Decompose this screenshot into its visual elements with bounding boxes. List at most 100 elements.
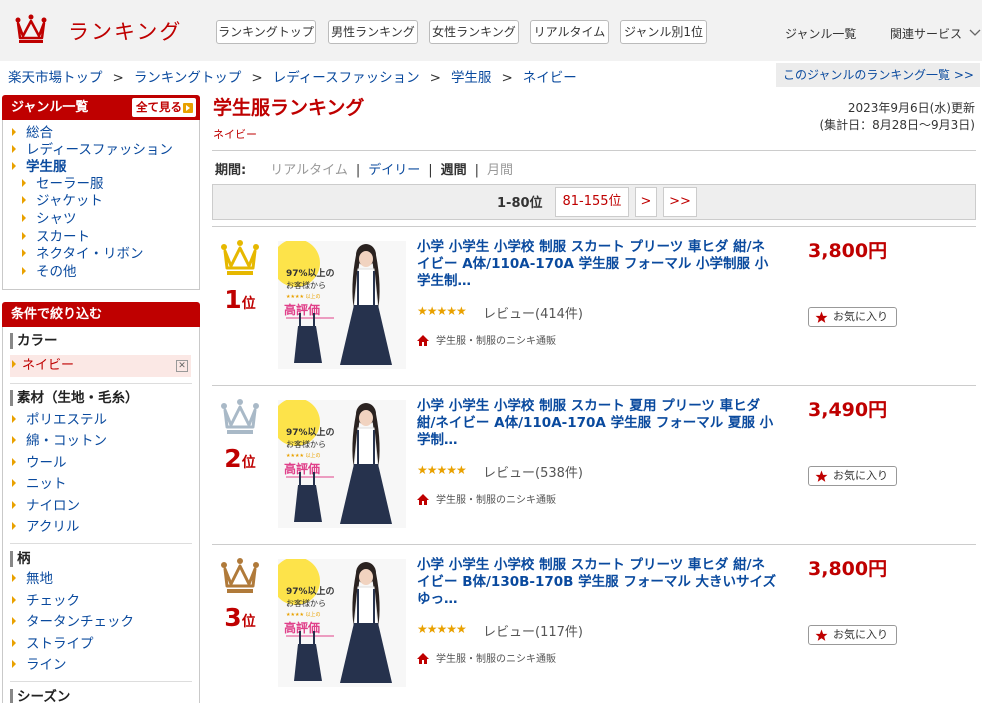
pattern-item-label: ライン [26,657,67,673]
subgenre-item-shirt[interactable]: シャツ [22,210,77,228]
pattern-item-tartan[interactable]: タータンチェック [12,613,134,631]
subgenre-item-sailor[interactable]: セーラー服 [22,175,104,193]
star-rating-icon: ★★★★★ [417,304,467,318]
triangle-right-icon [12,660,16,668]
pagination-next-range[interactable]: 81-155位 [555,187,629,217]
shop-name: 学生服・制服のニシキ通販 [436,495,556,506]
product-image[interactable]: 97%以上の お客様から ★★★★ 以上の 高評価 [278,559,406,687]
pagination-next[interactable]: > [635,187,657,217]
triangle-right-icon [12,501,16,509]
aggregation-period: (集計日：8月28日〜9月3日) [819,118,975,132]
product-image[interactable]: 97%以上の お客様から ★★★★ 以上の 高評価 [278,400,406,528]
logo-text[interactable]: ランキング [68,16,182,46]
crown-icon [221,240,259,275]
genre-list-header: ジャンル一覧 全て見る [2,95,200,120]
close-icon[interactable]: ✕ [176,360,188,372]
genre-item-label: 総合 [26,125,53,141]
nav-male-ranking[interactable]: 男性ランキング [328,20,418,44]
pattern-item-label: タータンチェック [26,614,134,630]
material-item-cotton[interactable]: 綿・コットン [12,432,107,450]
triangle-right-icon [12,162,16,170]
shop-link[interactable]: 学生服・制服のニシキ通販 [417,491,556,506]
period-weekly: 週間 [440,163,467,178]
nav-female-ranking[interactable]: 女性ランキング [429,20,519,44]
see-all-label: 全て見る [136,100,182,114]
genre-item-label: 学生服 [26,159,67,175]
material-item-label: アクリル [26,519,80,535]
favorite-button[interactable]: お気に入り [808,625,897,645]
pattern-item-plain[interactable]: 無地 [12,570,53,588]
star-icon [815,629,828,641]
triangle-right-icon [12,639,16,647]
pattern-item-label: チェック [26,593,80,609]
filter-group-season: シーズン [10,689,70,703]
breadcrumb-item-ladies[interactable]: レディースファッション [273,70,420,86]
triangle-right-icon [22,196,26,204]
breadcrumb-item-school-uniform[interactable]: 学生服 [451,70,492,86]
favorite-button[interactable]: お気に入り [808,466,897,486]
product-image[interactable]: 97%以上の お客様から ★★★★ 以上の 高評価 [278,241,406,369]
breadcrumb-item-navy[interactable]: ネイビー [523,70,577,86]
pattern-item-line[interactable]: ライン [12,656,67,674]
pagination-last[interactable]: >> [663,187,697,217]
subgenre-item-necktie[interactable]: ネクタイ・リボン [22,245,143,263]
product-title-link[interactable]: 小学 小学生 小学校 制服 スカート 夏用 プリーツ 車ヒダ 紺/ネイビー A体… [417,398,777,449]
product-title-link[interactable]: 小学 小学生 小学校 制服 スカート プリーツ 車ヒダ 紺/ネイビー A体/11… [417,239,777,290]
triangle-right-icon [12,596,16,604]
rank-suffix: 位 [241,296,256,312]
favorite-label: お気に入り [833,628,888,641]
rank-number-value: 3 [224,603,242,632]
shop-link[interactable]: 学生服・制服のニシキ通販 [417,650,556,665]
page-subtitle: ネイビー [213,128,257,141]
breadcrumb-item-ranking-top[interactable]: ランキングトップ [134,70,242,86]
subgenre-item-jacket[interactable]: ジャケット [22,192,103,210]
nav-genre-first[interactable]: ジャンル別1位 [620,20,707,44]
genre-item-all[interactable]: 総合 [12,124,53,142]
pattern-item-stripe[interactable]: ストライプ [12,635,94,653]
review-count-link[interactable]: レビュー(117件) [483,621,583,640]
divider [10,681,192,682]
subgenre-item-other[interactable]: その他 [22,263,77,281]
genre-item-ladies[interactable]: レディースファッション [12,141,173,159]
review-count-link[interactable]: レビュー(414件) [483,303,583,322]
product-title-link[interactable]: 小学 小学生 小学校 制服 スカート プリーツ 車ヒダ 紺/ネイビー B体/13… [417,557,777,608]
material-item-nylon[interactable]: ナイロン [12,497,80,515]
review-count-link[interactable]: レビュー(538件) [483,462,583,481]
rank-number-value: 2 [224,444,242,473]
header-bar: ランキング ランキングトップ 男性ランキング 女性ランキング リアルタイム ジャ… [0,0,982,61]
shop-link[interactable]: 学生服・制服のニシキ通販 [417,332,556,347]
material-item-wool[interactable]: ウール [12,454,67,472]
related-services-label: 関連サービス [890,27,963,41]
home-icon [417,335,429,346]
triangle-right-icon [12,574,16,582]
material-item-label: ウール [26,455,67,471]
favorite-label: お気に入り [833,469,888,482]
breadcrumb-separator: > [112,70,124,86]
subgenre-item-skirt[interactable]: スカート [22,228,90,246]
nav-realtime[interactable]: リアルタイム [530,20,609,44]
genre-item-school-uniform[interactable]: 学生服 [12,158,67,176]
genre-ranking-list-link[interactable]: このジャンルのランキング一覧 >> [776,63,980,87]
color-filter-selected[interactable]: ネイビー ✕ [10,355,191,377]
page-title: 学生服ランキング [213,97,365,119]
crown-logo-icon[interactable] [14,14,48,46]
favorite-button[interactable]: お気に入り [808,307,897,327]
pattern-item-check[interactable]: チェック [12,592,80,610]
star-icon [815,311,828,323]
material-item-acrylic[interactable]: アクリル [12,518,79,536]
chevron-down-icon [969,29,981,36]
filter-group-material: 素材（生地・毛糸） [10,390,139,406]
updated-date: 2023年9月6日(水)更新 [847,101,975,115]
material-item-knit[interactable]: ニット [12,475,67,493]
svg-text:97%以上の: 97%以上の [286,426,335,438]
triangle-right-icon [12,617,16,625]
see-all-button[interactable]: 全て見る [132,98,196,117]
period-daily[interactable]: デイリー [368,163,420,178]
related-services-link[interactable]: 関連サービス [890,25,981,42]
nav-ranking-top[interactable]: ランキングトップ [216,20,316,44]
genre-list-link[interactable]: ジャンル一覧 [785,25,856,42]
breadcrumb-item-rakuten-top[interactable]: 楽天市場トップ [8,70,103,86]
material-item-label: ニット [26,476,67,492]
material-item-polyester[interactable]: ポリエステル [12,411,107,429]
period-realtime: リアルタイム [270,163,348,178]
